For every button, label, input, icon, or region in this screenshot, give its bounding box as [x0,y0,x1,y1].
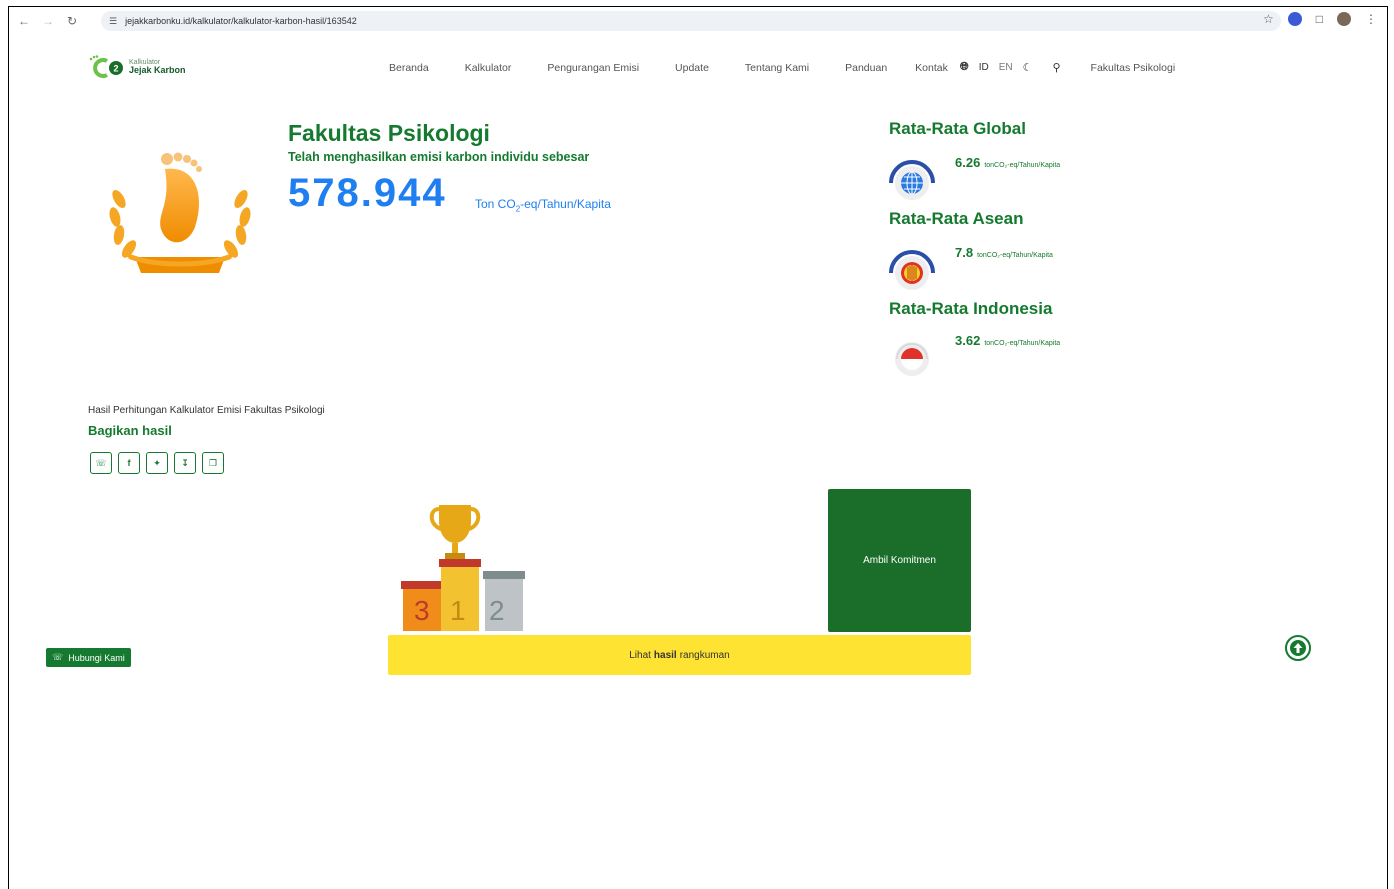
url-text: jejakkarbonku.id/kalkulator/kalkulator-k… [125,16,357,26]
result-label: Hasil Perhitungan Kalkulator Emisi Fakul… [88,405,325,416]
emission-subtitle: Telah menghasilkan emisi karbon individu… [288,150,590,164]
browser-toolbar: ← → ↻ ☰ jejakkarbonku.id/kalkulator/kalk… [9,7,1387,35]
indonesia-flag-icon [895,342,929,376]
globe-icon [889,160,935,200]
site-header: 2 Kalkulator Jejak Karbon Beranda Kalkul… [9,47,1387,97]
emission-unit: Ton CO2-eq/Tahun/Kapita [475,197,611,214]
avg-indonesia-title: Rata-Rata Indonesia [889,299,1053,318]
extensions-puzzle-icon[interactable]: □ [1316,12,1323,26]
nav-beranda[interactable]: Beranda [389,62,429,74]
main-nav: Beranda Kalkulator Pengurangan Emisi Upd… [389,61,1175,74]
site-logo[interactable]: 2 Kalkulator Jejak Karbon [87,55,186,79]
globe-language-icon[interactable]: 🌐︎ [960,61,969,74]
logo-mark-icon: 2 [89,55,123,78]
nav-kontak[interactable]: Kontak [915,62,948,74]
contact-label: Hubungi Kami [68,652,125,663]
summary-pre: Lihat [629,649,651,661]
back-icon[interactable]: ← [15,12,33,30]
commit-button[interactable]: Ambil Komitmen [828,489,971,632]
site-info-icon[interactable]: ☰ [109,16,117,27]
facebook-share-icon[interactable]: f [118,452,140,474]
copy-link-icon[interactable]: ❐ [202,452,224,474]
arrow-up-icon [1290,640,1306,656]
faculty-title: Fakultas Psikologi [288,120,490,146]
emission-value: 578.944 [288,171,447,215]
avg-global-title: Rata-Rata Global [889,119,1026,138]
avg-global-value: 6.26 tonCO₂-eq/Tahun/Kapita [955,155,1061,170]
profile-avatar-icon[interactable] [1337,12,1351,26]
nav-pengurangan-emisi[interactable]: Pengurangan Emisi [547,62,639,74]
share-buttons: ☏ f ✦ ↧ ❐ [90,452,224,474]
footprint-laurel-illustration [109,152,251,273]
whatsapp-icon: ☏ [52,652,64,662]
nav-kalkulator[interactable]: Kalkulator [465,62,512,74]
nav-tentang-kami[interactable]: Tentang Kami [745,62,809,74]
browser-actions: ☆ □ ⋮ [1263,12,1377,26]
twitter-share-icon[interactable]: ✦ [146,452,168,474]
avg-indonesia-value: 3.62 tonCO₂-eq/Tahun/Kapita [955,333,1061,348]
logo-line2: Jejak Karbon [129,65,186,75]
bookmark-star-icon[interactable]: ☆ [1263,12,1274,26]
nav-panduan[interactable]: Panduan [845,62,887,74]
lang-en[interactable]: EN [999,62,1013,73]
user-account-link[interactable]: Fakultas Psikologi [1091,62,1176,74]
reload-icon[interactable]: ↻ [63,12,81,30]
share-title: Bagikan hasil [88,423,172,438]
more-menu-icon[interactable]: ⋮ [1365,12,1377,26]
podium-first-label: 1 [450,595,466,626]
summary-button[interactable]: Lihat hasil rangkuman [388,635,971,675]
search-icon[interactable]: ⚲ [1052,61,1060,74]
download-icon[interactable]: ↧ [174,452,196,474]
extension-icon[interactable] [1287,12,1302,26]
lang-id[interactable]: ID [979,62,989,73]
nav-update[interactable]: Update [675,62,709,74]
forward-icon[interactable]: → [39,12,57,30]
podium-second-label: 2 [489,595,505,626]
address-bar[interactable]: ☰ jejakkarbonku.id/kalkulator/kalkulator… [101,11,1281,31]
whatsapp-share-icon[interactable]: ☏ [90,452,112,474]
svg-text:2: 2 [113,64,118,74]
asean-icon [889,250,935,290]
browser-window: ← → ↻ ☰ jejakkarbonku.id/kalkulator/kalk… [8,6,1388,889]
dark-mode-moon-icon[interactable]: ☾ [1023,61,1033,74]
summary-post: rangkuman [679,649,730,661]
contact-button[interactable]: ☏ Hubungi Kami [46,648,131,667]
avg-asean-title: Rata-Rata Asean [889,209,1024,228]
avg-asean-value: 7.8 tonCO₂-eq/Tahun/Kapita [955,245,1053,260]
podium-third-label: 3 [414,595,430,626]
scroll-to-top-button[interactable] [1285,635,1311,661]
summary-bold: hasil [653,649,677,661]
